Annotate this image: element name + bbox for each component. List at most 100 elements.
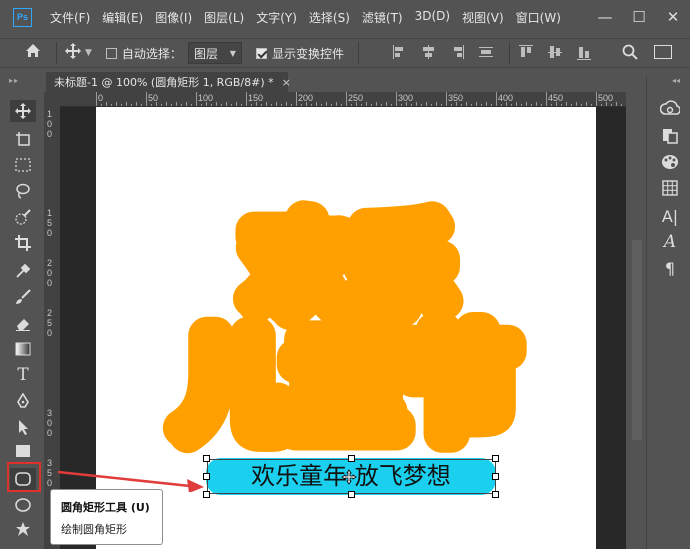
maximize-button[interactable]: ☐ xyxy=(622,8,656,26)
workspace-icon[interactable] xyxy=(654,45,672,59)
ruler-tick xyxy=(471,104,472,106)
transform-handle[interactable] xyxy=(348,455,355,462)
ruler-tick xyxy=(381,104,382,106)
layer-select[interactable]: 图层 ▼ xyxy=(187,42,242,64)
type-tool-icon[interactable]: T xyxy=(10,364,36,386)
color-palette-icon[interactable] xyxy=(659,152,681,172)
move-tool-icon[interactable] xyxy=(10,100,36,122)
menu-file[interactable]: 文件(F) xyxy=(50,9,90,26)
minimize-button[interactable]: — xyxy=(588,8,622,26)
align-bottom-icon[interactable] xyxy=(574,42,603,62)
menu-3d[interactable]: 3D(D) xyxy=(415,9,450,26)
menu-select[interactable]: 选择(S) xyxy=(309,9,350,26)
swatches-grid-icon[interactable] xyxy=(659,178,681,198)
quick-select-tool-icon[interactable] xyxy=(10,206,36,228)
align-center-v-icon[interactable] xyxy=(545,42,574,62)
ruler-tick xyxy=(396,92,397,106)
show-transform-checkbox[interactable] xyxy=(255,47,267,59)
transform-handle[interactable] xyxy=(492,491,499,498)
ruler-tick xyxy=(456,102,457,106)
ruler-tick xyxy=(286,102,287,106)
ruler-tick xyxy=(326,102,327,106)
document-tab-title: 未标题-1 @ 100% (圆角矩形 1, RGB/8#) * xyxy=(54,76,274,89)
align-top-icon[interactable] xyxy=(516,42,545,62)
gradient-tool-icon[interactable] xyxy=(10,338,36,360)
ruler-label: 2 0 0 xyxy=(47,258,53,288)
ruler-tick xyxy=(251,104,252,106)
distribute-h-icon[interactable] xyxy=(474,42,503,62)
history-icon[interactable] xyxy=(659,126,681,146)
ruler-label: 0 xyxy=(98,93,104,103)
home-icon[interactable] xyxy=(18,43,48,63)
ruler-tick xyxy=(561,104,562,106)
ruler-tick xyxy=(196,92,197,106)
tool-tooltip: 圆角矩形工具 (U) 绘制圆角矩形 xyxy=(50,489,163,545)
close-button[interactable]: ✕ xyxy=(656,8,690,26)
auto-select-checkbox[interactable] xyxy=(105,47,117,59)
ruler-tick xyxy=(516,102,517,106)
search-icon[interactable] xyxy=(622,44,638,64)
artboard-tool-icon[interactable] xyxy=(10,128,36,150)
brush-tool-icon[interactable] xyxy=(10,286,36,308)
creative-cloud-icon[interactable] xyxy=(659,98,681,118)
ruler-tick xyxy=(151,104,152,106)
ruler-tick xyxy=(256,102,257,106)
eyedropper-tool-icon[interactable] xyxy=(10,260,36,282)
ruler-tick xyxy=(296,92,297,106)
document-tab[interactable]: 未标题-1 @ 100% (圆角矩形 1, RGB/8#) * × xyxy=(46,72,291,92)
marquee-tool-icon[interactable] xyxy=(10,154,36,176)
move-icon[interactable] xyxy=(65,43,81,63)
pen-tool-icon[interactable] xyxy=(10,390,36,412)
ruler-tick xyxy=(541,104,542,106)
ruler-tick xyxy=(141,104,142,106)
ruler-tick xyxy=(416,102,417,106)
ruler-tick xyxy=(366,102,367,106)
menu-image[interactable]: 图像(I) xyxy=(155,9,192,26)
ruler-tick xyxy=(336,102,337,106)
menu-window[interactable]: 窗口(W) xyxy=(516,9,561,26)
ruler-tick xyxy=(111,104,112,106)
menu-view[interactable]: 视图(V) xyxy=(462,9,504,26)
transform-handle[interactable] xyxy=(492,473,499,480)
align-right-icon[interactable] xyxy=(445,42,474,62)
character-icon[interactable]: A| xyxy=(659,206,681,226)
menu-layer[interactable]: 图层(L) xyxy=(204,9,244,26)
ruler-tick xyxy=(431,104,432,106)
ruler-tick xyxy=(361,104,362,106)
close-icon[interactable]: × xyxy=(282,76,291,89)
menu-edit[interactable]: 编辑(E) xyxy=(102,9,143,26)
custom-shape-tool-icon[interactable] xyxy=(10,518,36,540)
ruler-tick xyxy=(596,92,597,106)
align-left-icon[interactable] xyxy=(387,42,416,62)
panel-grip[interactable]: ▸▸ xyxy=(9,76,19,85)
headline-line1: 欢乐 xyxy=(248,210,449,327)
path-select-tool-icon[interactable] xyxy=(10,416,36,438)
paragraph-icon[interactable]: ¶ xyxy=(659,258,681,278)
rectangle-tool-icon[interactable] xyxy=(10,440,36,462)
ruler-tick xyxy=(241,104,242,106)
ruler-tick xyxy=(211,104,212,106)
ruler-tick xyxy=(451,104,452,106)
ruler-tick xyxy=(616,102,617,106)
ruler-tick xyxy=(606,102,607,106)
move-cursor-icon xyxy=(341,469,357,485)
lasso-tool-icon[interactable] xyxy=(10,180,36,202)
eraser-tool-icon[interactable] xyxy=(10,312,36,334)
transform-handle[interactable] xyxy=(348,491,355,498)
ruler-tick xyxy=(166,102,167,106)
chevron-down-icon[interactable]: ▼ xyxy=(85,48,92,58)
menu-type[interactable]: 文字(Y) xyxy=(256,9,297,26)
ellipse-tool-icon[interactable] xyxy=(10,494,36,516)
menu-filter[interactable]: 滤镜(T) xyxy=(362,9,403,26)
transform-handle[interactable] xyxy=(203,455,210,462)
ruler-tick xyxy=(291,104,292,106)
ruler-tick xyxy=(221,104,222,106)
scrollbar-thumb[interactable] xyxy=(632,240,642,440)
align-center-h-icon[interactable] xyxy=(416,42,445,62)
ruler-tick xyxy=(391,104,392,106)
crop-tool-icon[interactable] xyxy=(10,232,36,254)
transform-handle[interactable] xyxy=(203,491,210,498)
glyphs-icon[interactable]: A xyxy=(659,232,681,252)
panel-grip[interactable]: ◂◂ xyxy=(672,76,680,85)
transform-handle[interactable] xyxy=(492,455,499,462)
